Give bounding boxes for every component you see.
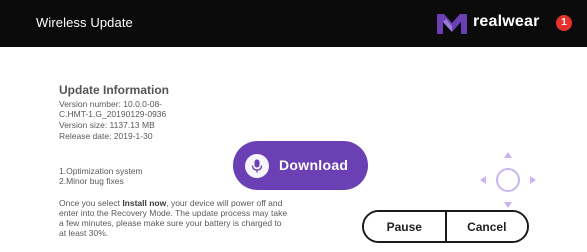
update-info-title: Update Information <box>59 83 169 97</box>
dpad-icon[interactable] <box>478 150 538 210</box>
download-label: Download <box>279 157 349 173</box>
realwear-logo-icon <box>437 14 467 34</box>
action-button-group: Pause Cancel <box>362 210 529 243</box>
download-button[interactable]: Download <box>233 141 368 190</box>
change-item: 2.Minor bug fixes <box>59 176 124 186</box>
install-note: Once you select Install now, your device… <box>59 198 289 238</box>
notification-badge[interactable]: 1 <box>556 15 572 31</box>
microphone-icon <box>245 154 269 178</box>
window-title: Wireless Update <box>36 15 133 30</box>
title-bar: Wireless Update realwear 1 <box>0 0 587 47</box>
install-note-prefix: Once you select <box>59 198 123 208</box>
pause-button[interactable]: Pause <box>364 212 447 241</box>
version-number-line2: C.HMT-1.G_20190129-0936 <box>59 109 167 119</box>
cancel-button[interactable]: Cancel <box>446 212 527 241</box>
version-size: Version size: 1137.13 MB <box>59 120 155 130</box>
release-date: Release date: 2019-1-30 <box>59 131 153 141</box>
version-number-line1: Version number: 10.0.0-08- <box>59 99 163 109</box>
install-note-emphasis: Install now <box>122 198 167 208</box>
brand-name: realwear <box>473 13 540 30</box>
change-item: 1.Optimization system <box>59 166 143 176</box>
